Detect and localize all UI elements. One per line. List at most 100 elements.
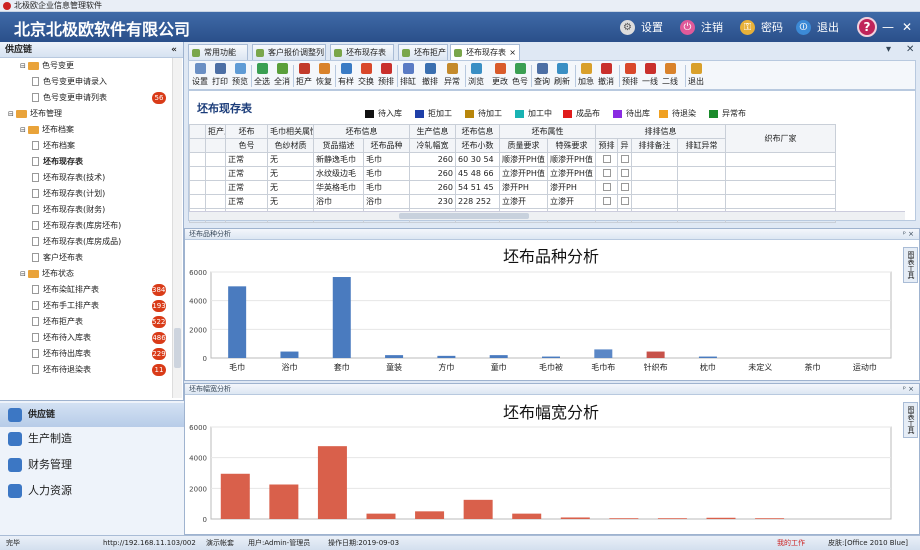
table-cell[interactable]: 正常 (225, 152, 268, 167)
bar[interactable] (646, 351, 665, 358)
column-header[interactable]: 质量要求 (499, 138, 548, 153)
tree-item[interactable]: 坯布待退染表 (32, 362, 91, 378)
table-cell[interactable] (595, 152, 618, 167)
bar[interactable] (698, 356, 717, 358)
toolbar-button[interactable]: 有样 (337, 63, 355, 87)
toolbar-button[interactable]: 查询 (533, 63, 551, 87)
column-header[interactable] (205, 138, 226, 153)
toolbar-button[interactable]: 预排 (621, 63, 639, 87)
table-cell[interactable] (617, 180, 632, 195)
row-checkbox[interactable] (602, 196, 611, 205)
table-cell[interactable]: 水纹级边毛 (313, 166, 364, 181)
tree-item[interactable]: 坯布染缸排产表 (32, 282, 99, 298)
table-cell[interactable]: 无 (267, 180, 314, 195)
tree-item[interactable]: 坯布拒产表 (32, 314, 83, 330)
row-checkbox[interactable] (620, 154, 629, 163)
table-cell[interactable] (677, 194, 726, 209)
table-cell[interactable]: 230 (409, 194, 456, 209)
tree-item[interactable]: 坯布待出库表 (32, 346, 91, 362)
table-cell[interactable]: 新静逸毛巾 (313, 152, 364, 167)
toolbar-button[interactable]: 打印 (211, 63, 229, 87)
bar[interactable] (489, 355, 508, 358)
module-nav-item[interactable]: 供应链 (0, 403, 184, 427)
row-checkbox[interactable] (602, 168, 611, 177)
table-cell[interactable]: 无 (267, 194, 314, 209)
tab[interactable]: 坯布现存表 × (450, 44, 520, 60)
toolbar-button[interactable]: 异常 (443, 63, 461, 87)
tab[interactable]: 客户报价调整列表 (252, 44, 326, 72)
tree-item[interactable]: 坯布现存表(库房成品) (32, 234, 121, 250)
tree-item[interactable]: 客户坯布表 (32, 250, 83, 266)
toolbar-button[interactable]: 拒产 (295, 63, 313, 87)
my-work-link[interactable]: 我的工作 (777, 536, 805, 550)
tab[interactable]: 常用功能 (188, 44, 248, 60)
bar[interactable] (706, 517, 736, 519)
table-cell[interactable] (677, 180, 726, 195)
table-cell[interactable] (677, 166, 726, 181)
close-button[interactable]: ✕ (902, 20, 912, 34)
expand-toggle-icon[interactable]: ⊟ (20, 122, 28, 138)
table-cell[interactable] (725, 180, 836, 195)
table-cell[interactable] (205, 152, 226, 167)
toolbar-button[interactable]: 一线 (641, 63, 659, 87)
table-cell[interactable] (205, 166, 226, 181)
tab[interactable]: 坯布现存表 (330, 44, 394, 60)
tab-close-all-icon[interactable]: ✕ (906, 44, 914, 55)
table-cell[interactable] (725, 152, 836, 167)
table-cell[interactable]: 华英格毛巾 (313, 180, 364, 195)
column-header[interactable]: 冷轧幅宽 (409, 138, 456, 153)
table-cell[interactable] (631, 194, 678, 209)
tree-item[interactable]: 色号变更申请录入 (32, 74, 107, 90)
table-cell[interactable]: 正常 (225, 180, 268, 195)
table-row[interactable]: 正常无水纹级边毛 毛巾 260 45 48 66 立渗开PH值 立渗开PH值 (189, 166, 836, 181)
toolbar-button[interactable]: 加急 (577, 63, 595, 87)
bar[interactable] (415, 511, 445, 519)
table-cell[interactable]: 浴巾 (363, 194, 410, 209)
column-header[interactable]: 排排备注 (631, 138, 678, 153)
minimize-button[interactable]: — (882, 20, 894, 34)
toolbar-button[interactable]: 色号 (511, 63, 529, 87)
table-cell[interactable]: 无 (267, 152, 314, 167)
table-cell[interactable] (631, 152, 678, 167)
table-row[interactable]: 正常无浴巾 浴巾 230 228 252 立渗开 立渗开 (189, 194, 836, 209)
tree-item[interactable]: ⊟ 坯布档案 (20, 122, 74, 138)
toolbar-button[interactable]: 全选 (253, 63, 271, 87)
chart2-tools-tab[interactable]: 图表工具 (903, 402, 918, 438)
help-button[interactable]: ? (857, 17, 877, 37)
table-cell[interactable]: 260 (409, 180, 456, 195)
column-header[interactable]: 坯布小数 (455, 138, 500, 153)
row-checkbox[interactable] (620, 168, 629, 177)
panel-pin-icon[interactable]: ᵖ × (903, 384, 914, 395)
password-button[interactable]: ⚿ 密码 (740, 19, 783, 35)
table-cell[interactable] (725, 166, 836, 181)
toolbar-button[interactable]: 全消 (273, 63, 291, 87)
toolbar-button[interactable]: 预览 (231, 63, 249, 87)
collapse-sidebar-icon[interactable]: « (171, 42, 177, 58)
column-header[interactable]: 预排 (595, 138, 618, 153)
table-cell[interactable]: 无 (267, 166, 314, 181)
bar[interactable] (609, 518, 639, 519)
tree-item[interactable]: 坯布手工排产表 (32, 298, 99, 314)
table-cell[interactable]: 正常 (225, 166, 268, 181)
row-checkbox[interactable] (602, 154, 611, 163)
toolbar-button[interactable]: 浏览 (467, 63, 485, 87)
toolbar-button[interactable]: 恢复 (315, 63, 333, 87)
table-cell[interactable]: 立渗开PH值 (499, 166, 548, 181)
table-cell[interactable] (617, 194, 632, 209)
table-cell[interactable]: 渗开PH (547, 180, 596, 195)
tab-close-icon[interactable]: × (509, 45, 516, 60)
table-cell[interactable]: 立渗开 (547, 194, 596, 209)
toolbar-button[interactable]: 设置 (191, 63, 209, 87)
bar[interactable] (463, 499, 493, 519)
module-nav-item[interactable]: 财务管理 (0, 453, 184, 477)
module-nav-item[interactable]: 人力资源 (0, 479, 184, 503)
bar[interactable] (228, 286, 247, 358)
tab[interactable]: 坯布拒产表 (398, 44, 448, 72)
bar[interactable] (332, 277, 351, 358)
toolbar-button[interactable]: 交换 (357, 63, 375, 87)
tree-item[interactable]: 坯布档案 (32, 138, 75, 154)
bar[interactable] (657, 518, 687, 519)
column-header[interactable]: 坯布品种 (363, 138, 410, 153)
table-cell[interactable]: 228 252 (455, 194, 500, 209)
table-cell[interactable]: 正常 (225, 194, 268, 209)
